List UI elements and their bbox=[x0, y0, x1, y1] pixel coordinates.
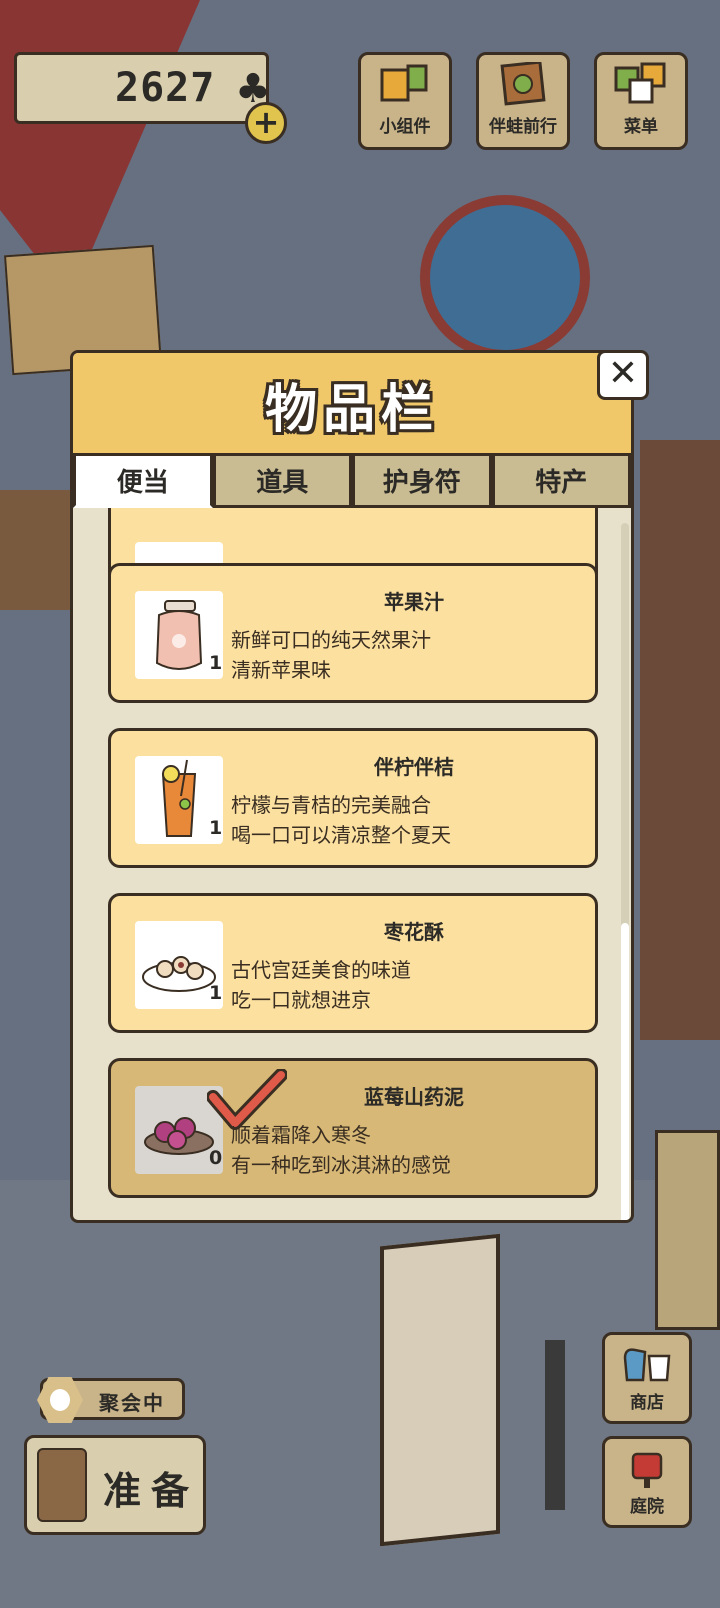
ready-button[interactable]: 准备 bbox=[24, 1435, 206, 1535]
tab-specialties[interactable]: 特产 bbox=[491, 453, 631, 508]
list-item[interactable]: 1 伴柠伴桔 柠檬与青桔的完美融合 喝一口可以清凉整个夏天 bbox=[108, 728, 598, 868]
shop-label: 商店 bbox=[630, 1393, 664, 1413]
yard-button[interactable]: 庭院 bbox=[602, 1436, 692, 1528]
inventory-panel: 物品栏 便当 道具 护身符 特产 1 苹果汁 新鲜可口的纯天然果汁 清新苹果味 bbox=[70, 350, 634, 1223]
clover-counter: 2627 ♣ bbox=[14, 52, 271, 124]
yard-label: 庭院 bbox=[630, 1497, 664, 1517]
widget-icon bbox=[380, 64, 428, 102]
item-quantity: 0 bbox=[209, 1147, 223, 1169]
inventory-title: 物品栏 bbox=[264, 380, 439, 440]
list-item[interactable]: 1 苹果汁 新鲜可口的纯天然果汁 清新苹果味 bbox=[108, 563, 598, 703]
item-description-line2: 有一种吃到冰淇淋的感觉 bbox=[231, 1153, 451, 1177]
menu-label: 菜单 bbox=[624, 117, 658, 137]
tab-charms[interactable]: 护身符 bbox=[352, 453, 492, 508]
inventory-tabs: 便当 道具 护身符 特产 bbox=[73, 453, 631, 508]
frog-journey-button[interactable]: 伴蛙前行 bbox=[476, 52, 570, 150]
widget-label: 小组件 bbox=[379, 117, 431, 137]
party-status[interactable]: 聚会中 bbox=[37, 1377, 185, 1423]
frog-journey-label: 伴蛙前行 bbox=[489, 117, 557, 137]
item-name: 枣花酥 bbox=[384, 920, 444, 944]
list-item[interactable]: 1 枣花酥 古代宫廷美食的味道 吃一口就想进京 bbox=[108, 893, 598, 1033]
frog-journey-icon bbox=[500, 62, 546, 106]
item-list[interactable]: 1 苹果汁 新鲜可口的纯天然果汁 清新苹果味 1 伴柠伴桔 柠檬与青桔的完美融合… bbox=[73, 508, 631, 1220]
tab-bento[interactable]: 便当 bbox=[73, 453, 213, 508]
item-name: 苹果汁 bbox=[384, 590, 444, 614]
list-item-selected[interactable]: 0 蓝莓山药泥 顺着霜降入寒冬 有一种吃到冰淇淋的感觉 bbox=[108, 1058, 598, 1198]
widget-button[interactable]: 小组件 bbox=[358, 52, 452, 150]
shop-button[interactable]: 商店 bbox=[602, 1332, 692, 1424]
item-quantity: 1 bbox=[209, 982, 223, 1004]
item-description-line2: 吃一口就想进京 bbox=[231, 988, 371, 1012]
item-name: 伴柠伴桔 bbox=[374, 755, 454, 779]
item-name: 蓝莓山药泥 bbox=[364, 1085, 464, 1109]
item-quantity: 1 bbox=[209, 652, 223, 674]
round-window bbox=[420, 195, 590, 360]
menu-button[interactable]: 菜单 bbox=[594, 52, 688, 150]
yard-hut bbox=[655, 1130, 720, 1330]
item-description-line1: 柠檬与青桔的完美融合 bbox=[231, 793, 431, 817]
menu-cards-icon bbox=[614, 62, 666, 104]
candle-stand bbox=[545, 1340, 565, 1510]
party-avatar-icon bbox=[37, 1377, 83, 1423]
wooden-shelf bbox=[640, 440, 720, 1040]
item-description-line1: 顺着霜降入寒冬 bbox=[231, 1123, 371, 1147]
add-clover-button[interactable]: + bbox=[245, 102, 287, 144]
item-list-scrollbar[interactable] bbox=[621, 523, 629, 1220]
ready-label: 准备 bbox=[103, 1469, 200, 1513]
tab-tools[interactable]: 道具 bbox=[212, 453, 352, 508]
folding-screen bbox=[380, 1233, 500, 1547]
clover-count: 2627 bbox=[115, 65, 216, 111]
item-description-line2: 清新苹果味 bbox=[231, 658, 331, 682]
mailbox-icon bbox=[631, 1452, 663, 1488]
item-description-line1: 新鲜可口的纯天然果汁 bbox=[231, 628, 431, 652]
party-status-label: 聚会中 bbox=[99, 1391, 165, 1415]
inventory-header: 物品栏 bbox=[73, 353, 631, 453]
item-quantity: 1 bbox=[209, 817, 223, 839]
wood-log-icon bbox=[37, 1448, 87, 1522]
scrollbar-thumb[interactable] bbox=[621, 923, 629, 1220]
close-button[interactable]: ✕ bbox=[597, 350, 649, 400]
shop-bags-icon bbox=[623, 1348, 671, 1382]
item-description-line1: 古代宫廷美食的味道 bbox=[231, 958, 411, 982]
item-description-line2: 喝一口可以清凉整个夏天 bbox=[231, 823, 451, 847]
side-table bbox=[0, 490, 75, 610]
